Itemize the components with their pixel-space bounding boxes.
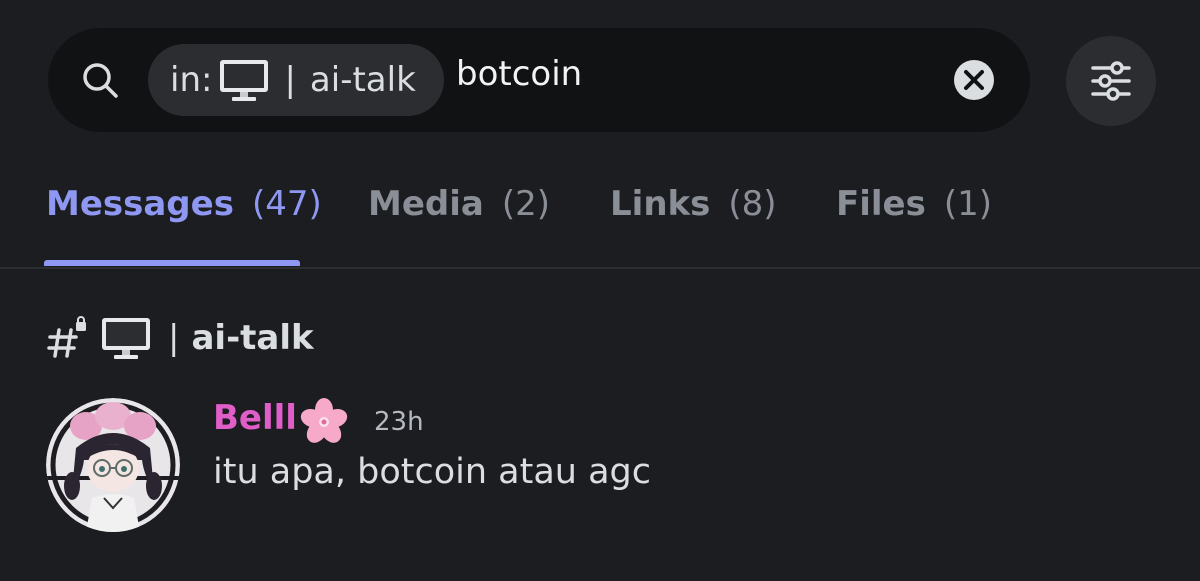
search-icon [83,63,118,98]
cherry-blossom-icon [300,398,348,443]
sliders-icon [1091,61,1131,101]
message-timestamp: 23h [374,407,424,437]
channel-header[interactable]: | ai-talk [46,312,314,364]
monitor-icon [102,318,150,359]
message-text[interactable]: itu apa, botcoin atau agc [213,452,651,492]
filter-separator: | [284,60,296,100]
message-author[interactable]: Belll [213,398,297,438]
tab-label: Messages [46,184,234,224]
active-tab-indicator [44,260,300,266]
tab-count: (1) [943,184,993,224]
tab-files[interactable]: Files (1) [836,184,992,224]
tab-label: Media [368,184,484,224]
tab-messages[interactable]: Messages (47) [46,184,322,224]
tab-label: Files [836,184,926,224]
tab-label: Links [610,184,711,224]
close-circle-icon[interactable] [952,58,996,102]
divider [0,267,1200,269]
tab-count: (2) [501,184,551,224]
search-bar[interactable]: in: | ai-talk botcoin [48,28,1030,132]
tab-media[interactable]: Media (2) [368,184,550,224]
filter-prefix: in: [170,60,213,100]
search-input[interactable]: botcoin [456,54,582,94]
filters-button[interactable] [1066,36,1156,126]
channel-filter-chip[interactable]: in: | ai-talk [148,44,444,116]
monitor-icon [220,60,269,101]
tab-links[interactable]: Links (8) [610,184,777,224]
locked-hash-icon [47,316,86,358]
search-results-page: in: | ai-talk botcoin Messages (47) Medi… [0,0,1200,581]
tab-count: (47) [251,184,322,224]
tab-count: (8) [728,184,777,224]
result-tabs: Messages (47) Media (2) Links (8) Files (1) [0,180,1200,268]
filter-channel-name: ai-talk [309,60,416,100]
channel-separator: | [168,318,180,358]
channel-name: ai-talk [191,318,314,358]
avatar[interactable] [46,398,180,532]
